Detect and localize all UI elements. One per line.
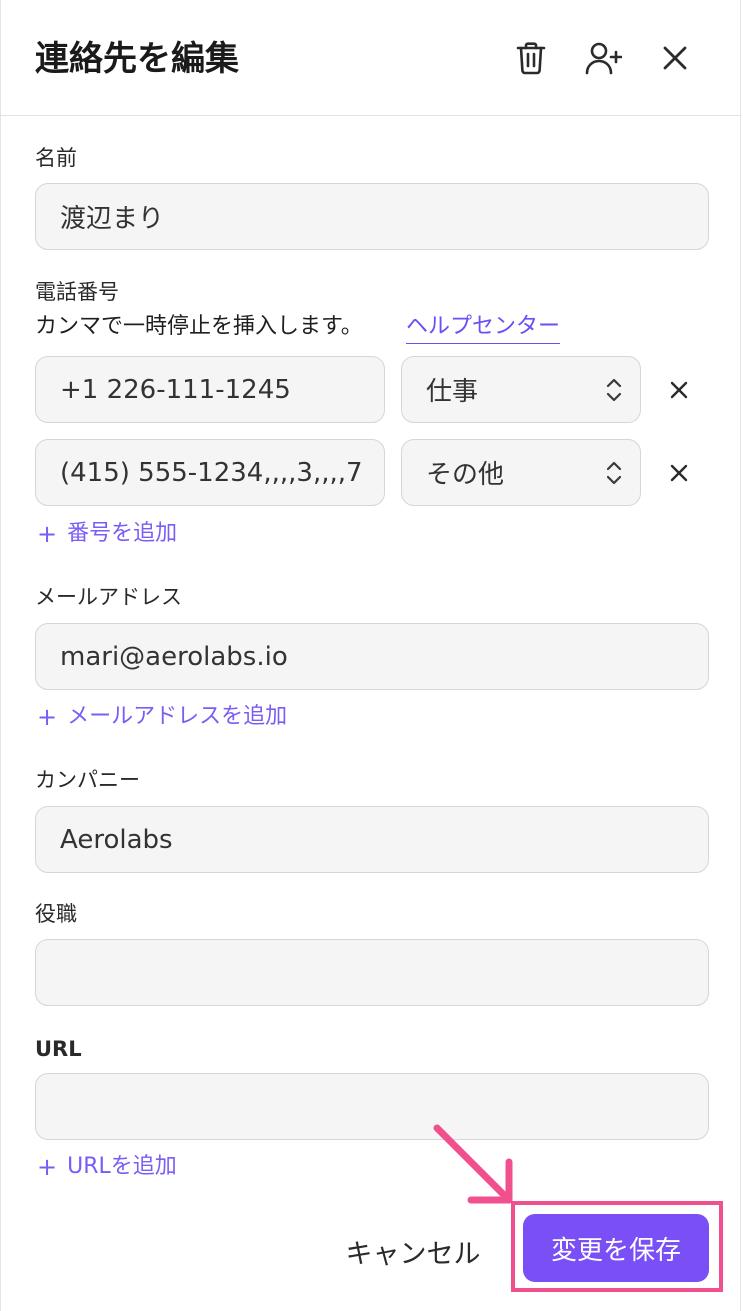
edit-contact-panel: 連絡先を編集 名前 渡辺まり 電話番号 カンマで一時停止を挿入します。 ヘルプセ… <box>0 0 741 1311</box>
plus-icon: + <box>37 703 58 731</box>
phone-number-input-2[interactable]: (415) 555-1234,,,,3,,,,7 <box>35 439 385 506</box>
add-person-icon[interactable] <box>583 38 623 78</box>
chevron-up-down-icon <box>606 461 622 484</box>
url-label: URL <box>35 1037 82 1061</box>
phone-number-input-1[interactable]: +1 226-111-1245 <box>35 356 385 423</box>
plus-icon: + <box>37 520 58 548</box>
job-title-label: 役職 <box>35 902 77 926</box>
phone-label: 電話番号 <box>35 280 119 304</box>
phone-type-value-1: 仕事 <box>426 377 479 407</box>
company-input[interactable]: Aerolabs <box>35 806 709 873</box>
chevron-up-down-icon <box>606 378 622 401</box>
phone-type-select-1[interactable]: 仕事 <box>401 356 641 423</box>
phone-hint: カンマで一時停止を挿入します。 <box>35 314 363 339</box>
save-changes-button[interactable]: 変更を保存 <box>523 1214 709 1282</box>
panel-header: 連絡先を編集 <box>1 0 740 116</box>
plus-icon: + <box>37 1153 58 1181</box>
email-input[interactable]: mari@aerolabs.io <box>35 623 709 690</box>
add-phone-link[interactable]: + 番号を追加 <box>37 519 177 549</box>
company-label: カンパニー <box>35 768 140 792</box>
remove-phone-1-close-icon[interactable] <box>664 375 694 405</box>
phone-type-select-2[interactable]: その他 <box>401 439 641 506</box>
panel-title: 連絡先を編集 <box>35 39 239 79</box>
name-input[interactable]: 渡辺まり <box>35 183 709 250</box>
remove-phone-2-close-icon[interactable] <box>664 458 694 488</box>
trash-icon[interactable] <box>511 38 551 78</box>
add-url-label: URLを追加 <box>67 1154 177 1179</box>
add-email-label: メールアドレスを追加 <box>67 704 288 729</box>
url-input[interactable] <box>35 1073 709 1140</box>
email-label: メールアドレス <box>35 585 182 609</box>
pointer-arrow-icon <box>433 1124 513 1204</box>
phone-type-value-2: その他 <box>426 460 505 490</box>
job-title-input[interactable] <box>35 939 709 1006</box>
cancel-button[interactable]: キャンセル <box>331 1224 495 1278</box>
help-center-link[interactable]: ヘルプセンター <box>406 312 561 344</box>
add-phone-label: 番号を追加 <box>67 521 178 546</box>
add-email-link[interactable]: + メールアドレスを追加 <box>37 702 287 732</box>
close-icon[interactable] <box>655 38 695 78</box>
add-url-link[interactable]: + URLを追加 <box>37 1152 177 1182</box>
name-label: 名前 <box>35 146 77 170</box>
